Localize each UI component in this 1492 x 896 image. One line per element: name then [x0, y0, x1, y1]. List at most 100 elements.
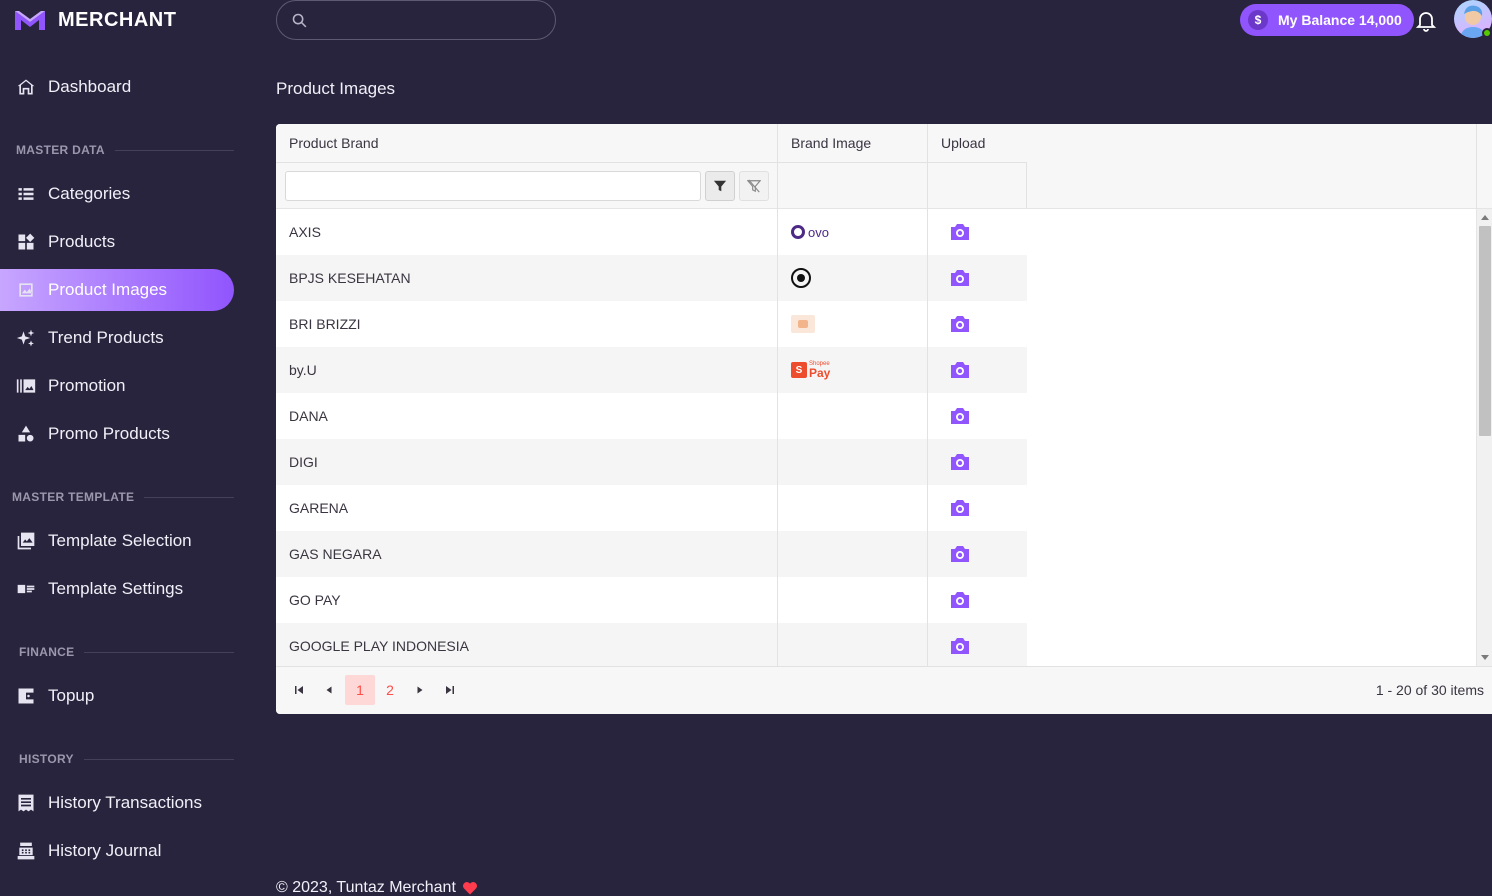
table-row[interactable]: GARENA — [276, 485, 1027, 531]
scroll-up-icon[interactable] — [1481, 215, 1489, 220]
online-status-badge — [1482, 28, 1492, 38]
widgets-icon — [16, 232, 36, 252]
grid-header: Product Brand Brand Image Upload — [276, 124, 1492, 209]
column-header-brand-image[interactable]: Brand Image — [778, 124, 928, 162]
gallery-icon — [16, 376, 36, 396]
shopeepay-logo: S Shopee Pay — [791, 361, 830, 379]
wallet-icon — [16, 686, 36, 706]
upload-cell — [928, 577, 1027, 623]
section-finance: FINANCE — [0, 644, 234, 660]
sidebar-item-label: History Transactions — [48, 793, 202, 812]
camera-icon[interactable] — [948, 220, 972, 244]
prev-page-button[interactable] — [314, 675, 344, 705]
receipt-icon — [16, 793, 36, 813]
sidebar-item-history-transactions[interactable]: History Transactions — [0, 782, 234, 824]
app-logo[interactable]: MERCHANT — [14, 6, 176, 34]
footer-text: © 2023, Tuntaz Merchant — [276, 879, 456, 896]
table-row[interactable]: GOOGLE PLAY INDONESIA — [276, 623, 1027, 666]
camera-icon[interactable] — [948, 358, 972, 382]
table-row[interactable]: GO PAY — [276, 577, 1027, 623]
brand-cell: GAS NEGARA — [276, 531, 778, 577]
prev-page-icon — [326, 686, 332, 694]
table-row[interactable]: DANA — [276, 393, 1027, 439]
column-header-product-brand[interactable]: Product Brand — [276, 124, 778, 162]
next-page-button[interactable] — [405, 675, 435, 705]
first-page-button[interactable] — [284, 675, 314, 705]
clear-filter-button[interactable] — [739, 171, 769, 201]
brand-cell: BRI BRIZZI — [276, 301, 778, 347]
image-icon — [16, 280, 36, 300]
notification-bell-icon[interactable] — [1414, 8, 1438, 32]
bri-logo — [791, 315, 815, 333]
filter-cell-image — [778, 162, 928, 209]
app-name: MERCHANT — [58, 8, 177, 31]
upload-cell — [928, 623, 1027, 666]
sidebar-item-topup[interactable]: Topup — [0, 675, 234, 717]
last-page-button[interactable] — [435, 675, 465, 705]
brand-image-cell — [778, 255, 928, 301]
sidebar-item-label: Trend Products — [48, 328, 164, 347]
column-header-upload[interactable]: Upload — [928, 124, 1027, 162]
search-input[interactable] — [276, 0, 556, 40]
camera-icon[interactable] — [948, 588, 972, 612]
brand-cell: GOOGLE PLAY INDONESIA — [276, 623, 778, 666]
sidebar-item-categories[interactable]: Categories — [0, 173, 234, 215]
filter-button[interactable] — [705, 171, 735, 201]
brand-image-cell — [778, 393, 928, 439]
sidebar-item-products[interactable]: Products — [0, 221, 234, 263]
shapes-icon — [16, 424, 36, 444]
balance-button[interactable]: $ My Balance 14,000 — [1240, 4, 1414, 36]
footer: © 2023, Tuntaz Merchant — [276, 879, 478, 896]
sidebar-item-label: Promotion — [48, 376, 126, 395]
brand-image-cell — [778, 623, 928, 666]
camera-icon[interactable] — [948, 634, 972, 658]
upload-cell — [928, 531, 1027, 577]
table-row[interactable]: DIGI — [276, 439, 1027, 485]
camera-icon[interactable] — [948, 312, 972, 336]
sidebar-item-product-images[interactable]: Product Images — [0, 269, 234, 311]
upload-cell — [928, 485, 1027, 531]
sidebar-item-trend-products[interactable]: Trend Products — [0, 317, 234, 359]
next-page-icon — [417, 686, 423, 694]
scrollbar-thumb[interactable] — [1479, 226, 1491, 436]
sidebar-item-dashboard[interactable]: Dashboard — [0, 66, 234, 108]
section-master-template: MASTER TEMPLATE — [0, 489, 234, 505]
sidebar-item-label: Dashboard — [48, 77, 132, 96]
sidebar-item-label: Template Selection — [48, 531, 192, 550]
dollar-icon: $ — [1248, 10, 1268, 30]
sidebar-item-history-journal[interactable]: History Journal — [0, 830, 234, 872]
balance-label: My Balance 14,000 — [1278, 12, 1402, 28]
page-button-2[interactable]: 2 — [375, 675, 405, 705]
upload-cell — [928, 347, 1027, 393]
vertical-scrollbar[interactable] — [1476, 209, 1492, 666]
table-row[interactable]: AXIS ovo — [276, 209, 1027, 255]
camera-icon[interactable] — [948, 542, 972, 566]
scroll-down-icon[interactable] — [1481, 655, 1489, 660]
table-row[interactable]: BRI BRIZZI — [276, 301, 1027, 347]
brand-filter-input[interactable] — [285, 171, 701, 201]
list-icon — [16, 184, 36, 204]
table-row[interactable]: GAS NEGARA — [276, 531, 1027, 577]
table-row[interactable]: BPJS KESEHATAN — [276, 255, 1027, 301]
register-icon — [16, 841, 36, 861]
sidebar-item-template-settings[interactable]: Template Settings — [0, 568, 234, 610]
section-history: HISTORY — [0, 751, 234, 767]
filter-cell-upload — [928, 162, 1027, 209]
camera-icon[interactable] — [948, 496, 972, 520]
sidebar-item-template-selection[interactable]: Template Selection — [0, 520, 234, 562]
camera-icon[interactable] — [948, 266, 972, 290]
sidebar-item-promotion[interactable]: Promotion — [0, 365, 234, 407]
page-button-1[interactable]: 1 — [345, 675, 375, 705]
grid-body: AXIS ovo BPJS KESEHATAN BRI BRIZZI by.U … — [276, 209, 1476, 666]
brand-image-cell — [778, 301, 928, 347]
table-row[interactable]: by.U S Shopee Pay — [276, 347, 1027, 393]
camera-icon[interactable] — [948, 404, 972, 428]
sidebar-item-promo-products[interactable]: Promo Products — [0, 413, 234, 455]
grid-pager: 1 2 1 - 20 of 30 items — [276, 666, 1492, 714]
brand-cell: BPJS KESEHATAN — [276, 255, 778, 301]
brand-cell: DIGI — [276, 439, 778, 485]
camera-icon[interactable] — [948, 450, 972, 474]
brand-cell: GO PAY — [276, 577, 778, 623]
id-card-icon — [16, 579, 36, 599]
filter-cell-brand — [276, 162, 778, 209]
